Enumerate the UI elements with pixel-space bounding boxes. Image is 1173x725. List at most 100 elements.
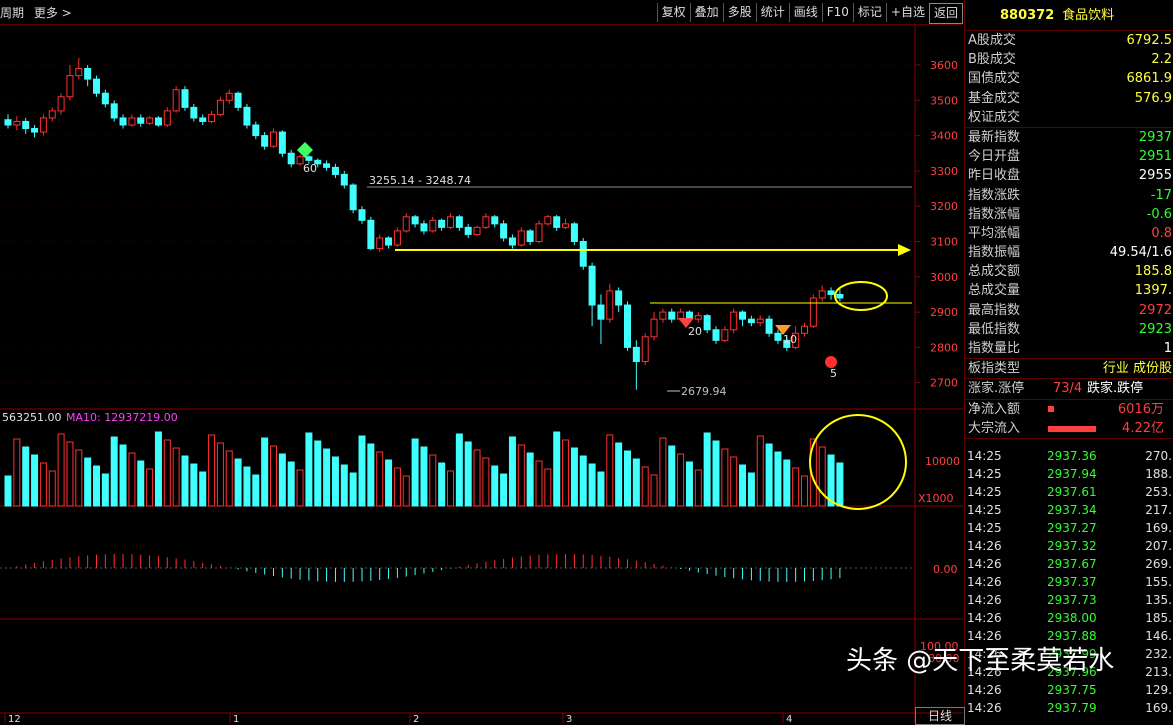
volume-bar bbox=[774, 451, 782, 507]
candle-body bbox=[624, 304, 631, 348]
candle-body bbox=[756, 318, 764, 324]
candle-body bbox=[252, 124, 260, 137]
volume-bar bbox=[216, 442, 224, 507]
candle-body bbox=[4, 119, 12, 126]
candle-body bbox=[562, 223, 570, 228]
right-info-panel: 880372 食品饮料 A股成交 6792.5 B股成交 2.2 国债成交 6861.9 基… bbox=[964, 0, 1173, 723]
volume-bar bbox=[402, 475, 410, 507]
volume-bar bbox=[535, 460, 543, 507]
candle-body bbox=[84, 68, 92, 80]
volume-bar bbox=[606, 434, 614, 507]
volume-bar bbox=[570, 447, 578, 507]
candle-body bbox=[287, 152, 295, 165]
candle-body bbox=[579, 241, 587, 267]
candle-body bbox=[216, 99, 224, 115]
toolbar-btn-0[interactable]: 复权 bbox=[656, 3, 690, 22]
month-label: 3 bbox=[566, 714, 572, 723]
toolbar-btn-6[interactable]: 标记 bbox=[852, 3, 886, 22]
candle-body bbox=[393, 230, 401, 246]
volume-bar bbox=[562, 439, 570, 507]
index-stats: A股成交 6792.5 B股成交 2.2 国债成交 6861.9 基金成交 576.9 权证成交… bbox=[965, 31, 1173, 380]
price-axis-label: 3500 bbox=[930, 94, 958, 107]
stat-row: 总成交额 185.8 bbox=[968, 264, 1172, 280]
volume-bar bbox=[491, 465, 499, 507]
candle-body bbox=[22, 120, 30, 130]
volume-bar bbox=[13, 438, 21, 507]
toolbar-btn-5[interactable]: F10 bbox=[821, 3, 853, 22]
candle-body bbox=[508, 237, 516, 246]
volume-bar bbox=[154, 431, 162, 507]
month-label: 2 bbox=[413, 714, 419, 723]
candle-body bbox=[367, 219, 375, 250]
daily-tab[interactable]: 日线 bbox=[915, 707, 965, 725]
candle-body bbox=[668, 311, 676, 320]
candle-body bbox=[146, 117, 154, 124]
candle-body bbox=[809, 297, 817, 327]
toolbar-btn-3[interactable]: 统计 bbox=[755, 3, 789, 22]
marker-diamond-icon bbox=[297, 142, 313, 158]
candle-body bbox=[650, 318, 658, 338]
volume-bar bbox=[208, 434, 216, 507]
volume-bar bbox=[84, 457, 92, 507]
price-axis-label: 2900 bbox=[930, 306, 958, 319]
candle-body bbox=[75, 68, 83, 77]
candle-body bbox=[606, 290, 614, 320]
candle-body bbox=[526, 230, 534, 243]
volume-bar bbox=[438, 462, 446, 507]
candle-body bbox=[455, 216, 463, 228]
volume-bar bbox=[588, 463, 596, 507]
index-code: 880372 bbox=[1000, 8, 1055, 23]
toolbar-btn-8[interactable]: 返回 bbox=[928, 3, 963, 24]
candle-body bbox=[39, 117, 47, 133]
stat-row: 指数振幅 49.54/1.6 bbox=[968, 245, 1172, 261]
volume-bar bbox=[252, 474, 260, 507]
toolbar-btn-1[interactable]: 叠加 bbox=[689, 3, 723, 22]
volume-bar bbox=[31, 454, 39, 507]
candle-body bbox=[190, 106, 198, 119]
volume-bar bbox=[376, 451, 384, 507]
volume-bar bbox=[172, 447, 180, 507]
toolbar-btn-4[interactable]: 画线 bbox=[788, 3, 822, 22]
more-button[interactable]: 更多 > bbox=[34, 6, 72, 20]
toolbar-btn-2[interactable]: 多股 bbox=[722, 3, 756, 22]
price-axis-label: 3300 bbox=[930, 165, 958, 178]
volume-bar bbox=[181, 455, 189, 507]
stat-row: 国债成交 6861.9 bbox=[968, 71, 1172, 87]
volume-bar bbox=[668, 445, 676, 507]
tick-row: 14:25 2937.27 169. bbox=[967, 521, 1172, 535]
volume-bar bbox=[101, 473, 109, 507]
ma10-label: MA10: 12937219.00 bbox=[66, 411, 178, 424]
tick-row: 14:25 2937.61 253. bbox=[967, 485, 1172, 499]
volume-bar bbox=[75, 449, 83, 507]
volume-bar bbox=[163, 439, 171, 507]
volume-bar bbox=[305, 432, 313, 507]
volume-bar bbox=[455, 433, 463, 507]
toolbar-btn-7[interactable]: +自选 bbox=[885, 3, 929, 22]
volume-bar bbox=[818, 446, 826, 507]
volume-bar bbox=[128, 452, 136, 507]
volume-bar bbox=[137, 460, 145, 507]
toolbar-left: 周期 更多 > bbox=[0, 4, 78, 21]
stat-row: 指数涨幅 -0.6 bbox=[968, 206, 1172, 222]
stat-row: 平均涨幅 0.8 bbox=[968, 225, 1172, 241]
price-axis-label: 3400 bbox=[930, 130, 958, 143]
stat-row: 基金成交 576.9 bbox=[968, 90, 1172, 106]
volume-bar bbox=[93, 465, 100, 507]
candle-body bbox=[570, 223, 578, 243]
stat-row: 最新指数 2937 bbox=[968, 129, 1172, 145]
candle-body bbox=[615, 290, 623, 306]
candle-body bbox=[712, 329, 720, 341]
marker-5-label: 5 bbox=[830, 367, 837, 380]
volume-unit-label: X1000 bbox=[918, 492, 954, 505]
period-button[interactable]: 周期 bbox=[0, 6, 24, 20]
candle-body bbox=[48, 110, 56, 119]
volume-bar bbox=[314, 440, 322, 507]
volume-bar bbox=[349, 472, 357, 507]
volume-bar bbox=[473, 449, 481, 507]
candle-body bbox=[801, 325, 808, 334]
kline-chart-area[interactable]: 3600 3500 3400 3300 3200 3100 3000 2900 2800 2700… bbox=[0, 25, 963, 723]
volume-bar bbox=[579, 455, 587, 507]
volume-bar bbox=[703, 432, 711, 507]
volume-bar bbox=[801, 475, 808, 507]
volume-bar bbox=[4, 475, 12, 507]
